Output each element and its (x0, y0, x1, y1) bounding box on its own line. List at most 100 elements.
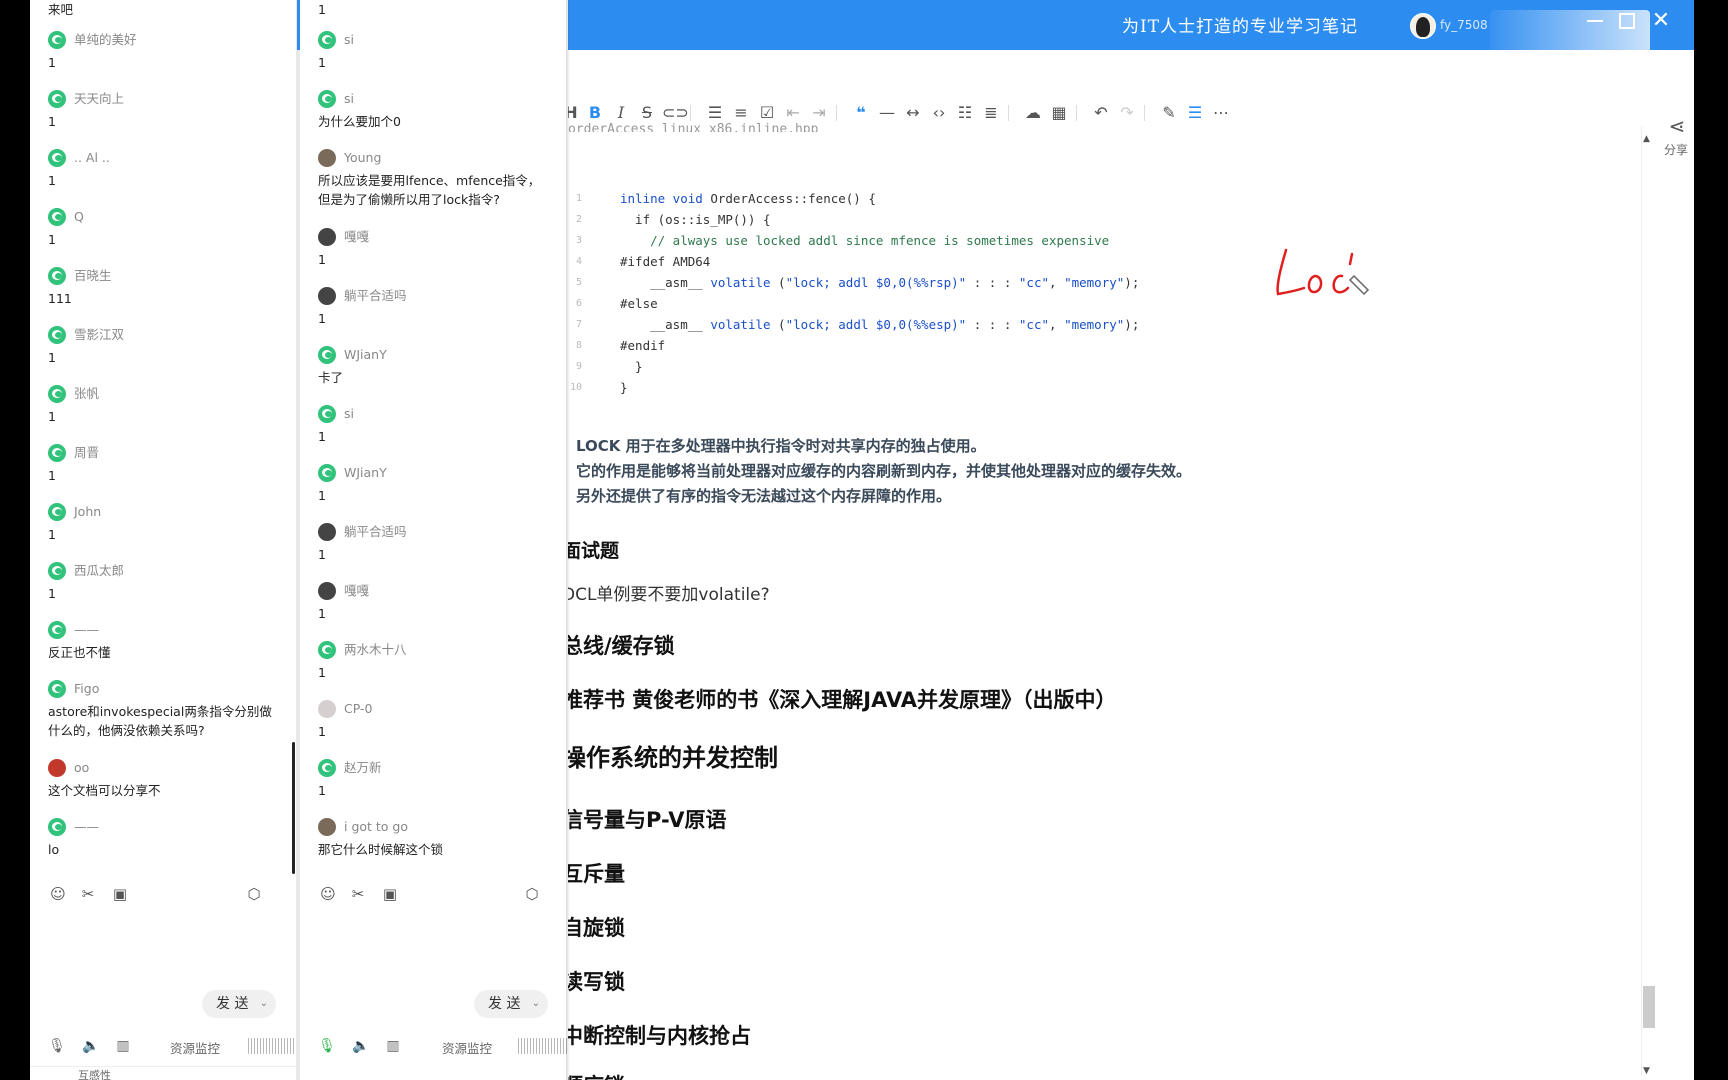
chat-username[interactable]: Figo (74, 681, 99, 696)
settings-icon[interactable]: ⬡ (244, 884, 264, 904)
minimize-button[interactable] (1580, 6, 1610, 36)
wechat-avatar-icon[interactable] (48, 149, 66, 167)
checklist-icon[interactable]: ☷ (954, 98, 976, 128)
align-icon[interactable]: ☰ (1184, 98, 1206, 128)
chat-username[interactable]: WJianY (344, 465, 387, 480)
chat-username[interactable]: 躺平合适吗 (344, 288, 407, 303)
avatar[interactable] (318, 818, 336, 836)
scroll-down-arrow[interactable]: ▼ (1643, 1066, 1650, 1076)
chat-username[interactable]: 雪影江双 (74, 327, 124, 342)
maximize-button[interactable] (1612, 6, 1642, 36)
chat-username[interactable]: WJianY (344, 347, 387, 362)
share-label[interactable]: 分享 (1664, 141, 1688, 158)
code-block-icon[interactable]: ‹› (928, 98, 950, 128)
scroll-thumb[interactable] (1643, 986, 1655, 1028)
chat-username[interactable]: 张帆 (74, 386, 99, 401)
chevron-down-icon[interactable]: ⌄ (260, 990, 268, 1018)
wechat-avatar-icon[interactable] (318, 464, 336, 482)
redo-icon[interactable]: ↷ (1116, 98, 1138, 128)
wechat-avatar-icon[interactable] (48, 326, 66, 344)
wechat-avatar-icon[interactable] (48, 267, 66, 285)
chat-username[interactable]: 赵万新 (344, 760, 382, 775)
wechat-avatar-icon[interactable] (48, 90, 66, 108)
microphone-icon[interactable]: 🎙 (318, 1036, 336, 1056)
scissors-icon[interactable]: ✂ (78, 884, 98, 904)
wechat-avatar-icon[interactable] (318, 759, 336, 777)
chat-username[interactable]: Q (74, 209, 84, 224)
avatar[interactable] (318, 287, 336, 305)
chat-username[interactable]: —— (74, 819, 99, 834)
emoji-icon[interactable]: ☺ (48, 884, 68, 904)
chat-username[interactable]: si (344, 91, 354, 106)
format-icon[interactable]: ≣ (980, 98, 1002, 128)
undo-icon[interactable]: ↶ (1090, 98, 1112, 128)
send-button[interactable]: 发 送 ⌄ (474, 990, 548, 1018)
header-username[interactable]: fy_7508 (1440, 18, 1488, 32)
avatar[interactable] (318, 149, 336, 167)
chat-username[interactable]: Young (344, 150, 381, 165)
chat-username[interactable]: i got to go (344, 819, 408, 834)
wechat-avatar-icon[interactable] (318, 346, 336, 364)
chat-username[interactable]: 百晓生 (74, 268, 112, 283)
chevron-down-icon[interactable]: ⌄ (532, 990, 540, 1018)
settings-icon[interactable]: ⬡ (522, 884, 542, 904)
chat-username[interactable]: John (74, 504, 101, 519)
avatar[interactable] (318, 228, 336, 246)
wechat-avatar-icon[interactable] (318, 641, 336, 659)
wechat-avatar-icon[interactable] (48, 621, 66, 639)
chat-username[interactable]: si (344, 406, 354, 421)
chat-username[interactable]: .. Al .. (74, 150, 110, 165)
avatar[interactable] (48, 759, 66, 777)
code-inline-icon[interactable]: ↔ (902, 98, 924, 128)
chat-username[interactable]: 嘎嘎 (344, 229, 369, 244)
horizontal-rule-icon[interactable]: — (876, 98, 898, 128)
share-icon[interactable]: ⋖ (1664, 114, 1690, 140)
resource-monitor-label[interactable]: 资源监控 (170, 1038, 220, 1057)
scissors-icon[interactable]: ✂ (348, 884, 368, 904)
wechat-avatar-icon[interactable] (318, 90, 336, 108)
avatar[interactable] (318, 582, 336, 600)
more-icon[interactable]: ⋯ (1210, 98, 1232, 128)
stats-icon[interactable]: ▥ (114, 1036, 132, 1056)
chat-username[interactable]: 两水木十八 (344, 642, 407, 657)
scroll-up-arrow[interactable]: ▲ (1643, 134, 1650, 144)
wechat-avatar-icon[interactable] (48, 680, 66, 698)
user-avatar[interactable] (1410, 13, 1436, 39)
speaker-icon[interactable]: 🔈 (82, 1036, 100, 1056)
avatar[interactable] (318, 523, 336, 541)
wechat-avatar-icon[interactable] (48, 385, 66, 403)
image-icon[interactable]: ▣ (380, 884, 400, 904)
wechat-avatar-icon[interactable] (48, 562, 66, 580)
resource-monitor-label[interactable]: 资源监控 (442, 1038, 492, 1057)
chat-username[interactable]: oo (74, 760, 89, 775)
wechat-avatar-icon[interactable] (48, 208, 66, 226)
chat-username[interactable]: 天天向上 (74, 91, 124, 106)
wechat-avatar-icon[interactable] (48, 818, 66, 836)
chat-username[interactable]: 躺平合适吗 (344, 524, 407, 539)
close-button[interactable]: ✕ (1646, 6, 1676, 36)
chat-scrollbar[interactable] (292, 742, 295, 874)
pen-icon[interactable]: ✎ (1158, 98, 1180, 128)
microphone-icon[interactable]: 🎙 (48, 1036, 66, 1056)
wechat-avatar-icon[interactable] (318, 31, 336, 49)
editor-scrollbar[interactable] (1641, 126, 1657, 1076)
stats-icon[interactable]: ▥ (384, 1036, 402, 1056)
wechat-avatar-icon[interactable] (318, 405, 336, 423)
wechat-avatar-icon[interactable] (48, 444, 66, 462)
chat-username[interactable]: —— (74, 622, 99, 637)
table-icon[interactable]: ▦ (1048, 98, 1070, 128)
image-icon[interactable]: ▣ (110, 884, 130, 904)
upload-icon[interactable]: ☁ (1022, 98, 1044, 128)
wechat-avatar-icon[interactable] (48, 31, 66, 49)
chat-username[interactable]: 嘎嘎 (344, 583, 369, 598)
chat-username[interactable]: si (344, 32, 354, 47)
chat-username[interactable]: 西瓜太郎 (74, 563, 124, 578)
avatar[interactable] (318, 700, 336, 718)
chat-username[interactable]: 单纯的美好 (74, 32, 137, 47)
chat-username[interactable]: 周晋 (74, 445, 99, 460)
chat-username[interactable]: CP-0 (344, 701, 372, 716)
send-button[interactable]: 发 送 ⌄ (202, 990, 276, 1018)
speaker-icon[interactable]: 🔈 (352, 1036, 370, 1056)
quote-icon[interactable]: ❝ (850, 98, 872, 128)
wechat-avatar-icon[interactable] (48, 503, 66, 521)
